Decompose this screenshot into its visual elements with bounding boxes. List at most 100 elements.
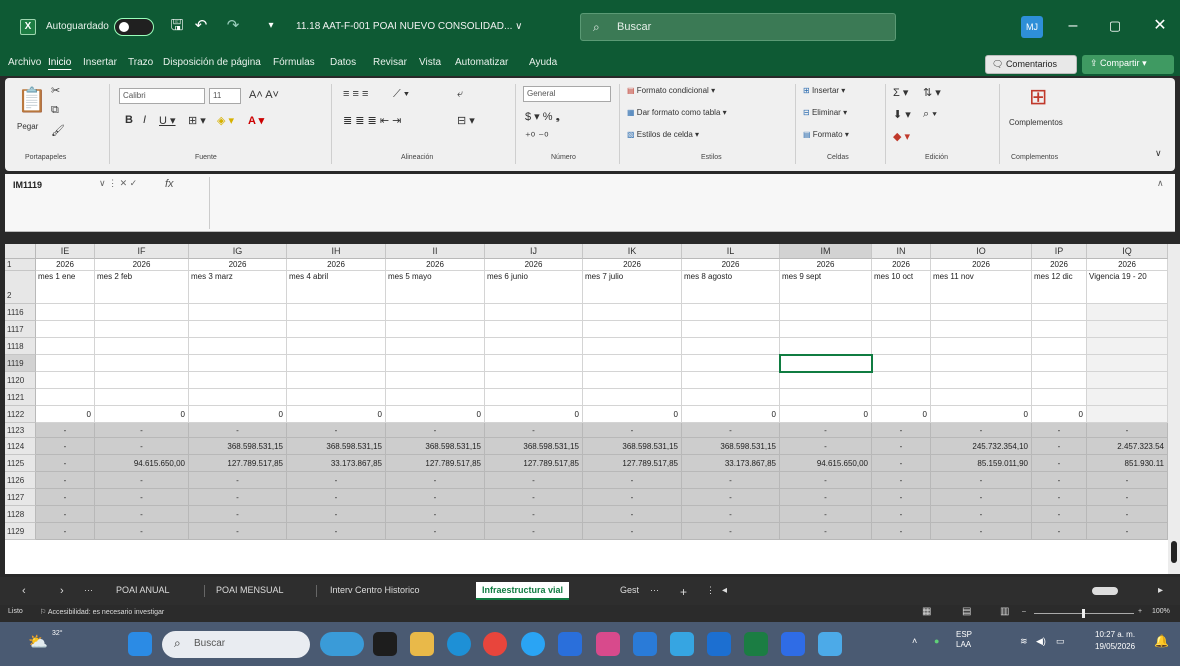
vertical-scrollbar[interactable] <box>1168 244 1180 574</box>
cell[interactable] <box>872 321 931 338</box>
cell-styles-button[interactable]: ▧ Estilos de celda ▾ <box>627 130 699 139</box>
orientation-icon[interactable]: ⟋ ▾ <box>393 88 409 101</box>
cell[interactable] <box>287 372 386 389</box>
cell[interactable]: 33.173.867,85 <box>287 455 386 472</box>
cell[interactable]: mes 8 agosto <box>682 271 780 304</box>
prev-sheet-icon[interactable]: ‹ <box>22 582 26 600</box>
cell[interactable]: 2026 <box>931 259 1032 271</box>
start-icon[interactable] <box>128 632 152 656</box>
cell[interactable] <box>287 389 386 406</box>
cell[interactable] <box>386 355 485 372</box>
expand-formula-icon[interactable]: ∧ <box>1157 178 1164 189</box>
cell[interactable]: 368.598.531,15 <box>386 438 485 455</box>
number-format-select[interactable]: General <box>523 86 611 102</box>
column-header-ie[interactable]: IE <box>36 244 95 259</box>
cell[interactable]: 2026 <box>287 259 386 271</box>
cell[interactable]: - <box>872 455 931 472</box>
cell[interactable]: 2.457.323.54 <box>1087 438 1168 455</box>
cell[interactable]: - <box>583 472 682 489</box>
cell[interactable]: 2026 <box>95 259 189 271</box>
cell[interactable]: - <box>287 489 386 506</box>
cell[interactable] <box>583 321 682 338</box>
weather-icon[interactable]: ⛅ <box>28 632 48 652</box>
cell[interactable]: - <box>931 489 1032 506</box>
redo-icon[interactable]: ↷ <box>224 17 242 35</box>
cell[interactable]: - <box>189 423 287 438</box>
collapse-ribbon-icon[interactable]: ∨ <box>1155 148 1162 159</box>
cell[interactable]: - <box>95 523 189 540</box>
cell[interactable]: - <box>682 423 780 438</box>
cell[interactable]: mes 9 sept <box>780 271 872 304</box>
column-header-il[interactable]: IL <box>682 244 780 259</box>
cell[interactable]: - <box>931 423 1032 438</box>
teams-icon[interactable] <box>818 632 842 656</box>
cell[interactable]: 0 <box>872 406 931 423</box>
borders-icon[interactable]: ⊞ ▾ <box>188 114 206 127</box>
cell[interactable]: mes 2 feb <box>95 271 189 304</box>
cell[interactable]: - <box>95 489 189 506</box>
cell[interactable]: - <box>386 506 485 523</box>
cell[interactable]: 0 <box>1032 406 1087 423</box>
cell[interactable]: 2026 <box>189 259 287 271</box>
cell[interactable]: - <box>931 523 1032 540</box>
cell[interactable] <box>780 389 872 406</box>
menu-archivo[interactable]: Archivo <box>8 57 41 68</box>
cell[interactable]: mes 4 abril <box>287 271 386 304</box>
cell[interactable]: - <box>780 438 872 455</box>
row-header[interactable]: 1126 <box>5 472 36 489</box>
cell[interactable] <box>95 389 189 406</box>
cell[interactable]: - <box>36 506 95 523</box>
italic-icon[interactable]: I <box>143 114 146 126</box>
paste-icon[interactable]: 📋 <box>17 86 47 115</box>
cell[interactable]: mes 7 julio <box>583 271 682 304</box>
cell[interactable] <box>872 372 931 389</box>
column-header-in[interactable]: IN <box>872 244 931 259</box>
cell[interactable]: 2026 <box>485 259 583 271</box>
cell[interactable]: - <box>189 489 287 506</box>
cell[interactable] <box>386 304 485 321</box>
cell[interactable] <box>189 372 287 389</box>
cell[interactable]: mes 11 nov <box>931 271 1032 304</box>
insert-cells-button[interactable]: ⊞ Insertar ▾ <box>803 86 845 95</box>
accounting-format-icon[interactable]: $ ▾ % ❟ <box>525 110 560 124</box>
cell[interactable] <box>386 321 485 338</box>
tab-poai-anual[interactable]: POAI ANUAL <box>116 582 170 600</box>
cell[interactable]: Vigencia 19 - 20 <box>1087 271 1168 304</box>
tab-infraestructura-vial[interactable]: Infraestructura vial <box>476 582 570 600</box>
column-header-io[interactable]: IO <box>931 244 1032 259</box>
cell[interactable] <box>287 321 386 338</box>
align-top-icon[interactable]: ≡ ≡ ≡ <box>343 88 368 100</box>
row-header[interactable]: 1123 <box>5 423 36 438</box>
wrap-text-icon[interactable]: ⤶ <box>457 88 463 101</box>
page-layout-icon[interactable]: ▤ <box>962 606 971 617</box>
cell[interactable]: - <box>682 489 780 506</box>
file-explorer-icon[interactable] <box>410 632 434 656</box>
cell[interactable]: - <box>287 523 386 540</box>
cell[interactable]: - <box>485 506 583 523</box>
edge-icon[interactable] <box>447 632 471 656</box>
cell[interactable]: 0 <box>36 406 95 423</box>
cell[interactable] <box>931 338 1032 355</box>
bold-icon[interactable]: B <box>125 114 133 126</box>
name-box-dropdown-icon[interactable]: ∨ ⋮ ✕ ✓ <box>99 178 137 189</box>
close-icon[interactable]: ✕ <box>1150 16 1170 36</box>
cell[interactable]: - <box>485 423 583 438</box>
notification-icon[interactable]: 🔔 <box>1154 634 1169 648</box>
cell[interactable] <box>780 338 872 355</box>
cell[interactable]: - <box>36 472 95 489</box>
language-indicator[interactable]: ESP LAA <box>956 630 972 650</box>
cell[interactable]: 0 <box>583 406 682 423</box>
hscroll-right-icon[interactable]: ▸ <box>1158 582 1163 600</box>
clock[interactable]: 10:27 a. m. 19/05/2026 <box>1095 629 1135 653</box>
cell[interactable]: - <box>780 423 872 438</box>
hscroll-left-icon[interactable]: ◂ <box>722 582 727 600</box>
cell[interactable]: - <box>386 523 485 540</box>
cell[interactable]: 0 <box>95 406 189 423</box>
comments-button[interactable]: 🗨 Comentarios <box>985 55 1077 74</box>
cell[interactable] <box>36 338 95 355</box>
name-box[interactable]: IM1119 <box>13 180 42 190</box>
zoom-out-icon[interactable]: – <box>1022 608 1026 615</box>
cell[interactable]: - <box>872 506 931 523</box>
cell[interactable]: - <box>682 523 780 540</box>
cell[interactable]: - <box>583 523 682 540</box>
